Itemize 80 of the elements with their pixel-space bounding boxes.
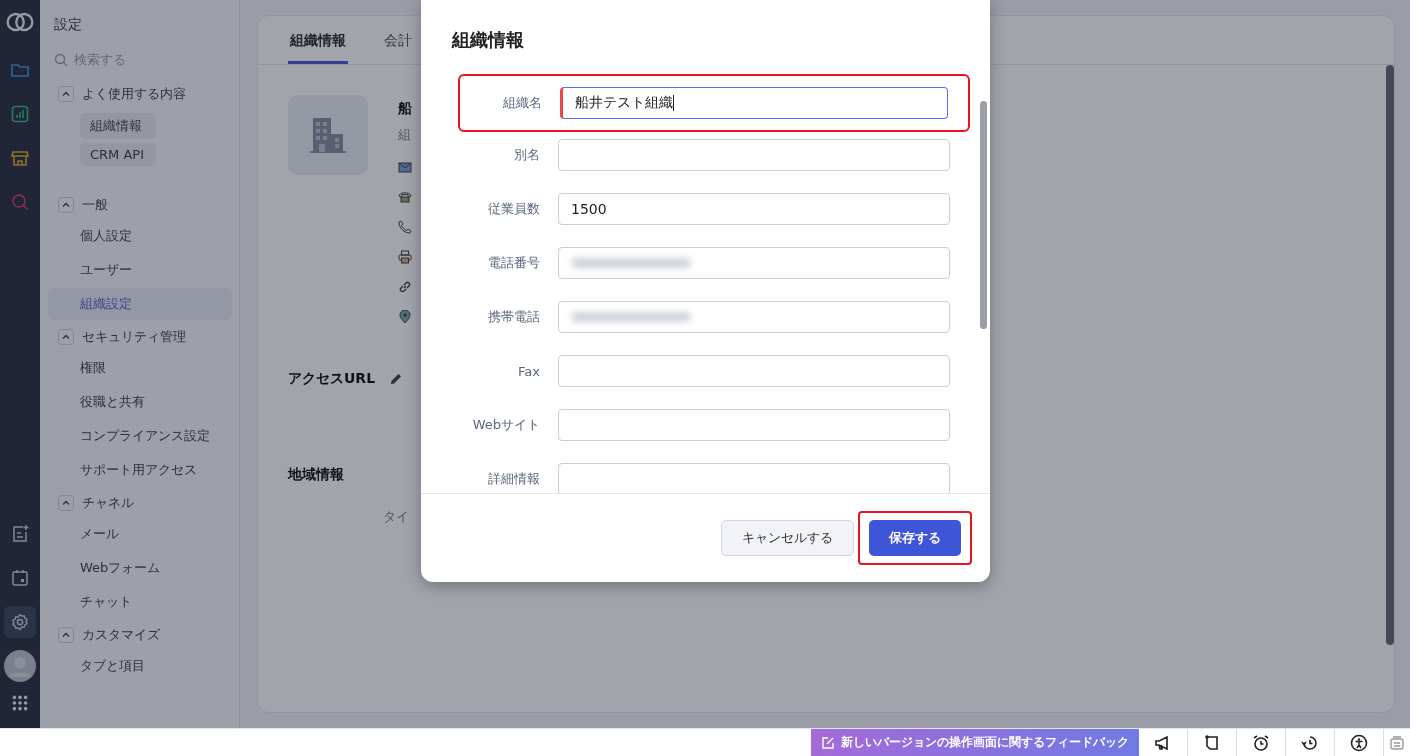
telephone-icon	[398, 190, 412, 204]
stack-icon	[1388, 733, 1406, 752]
shortcut-chip[interactable]: 組織情報	[80, 113, 156, 139]
sidebar-item[interactable]: コンプライアンス設定	[48, 420, 232, 452]
group-label[interactable]: チャネル	[82, 494, 134, 512]
apps-grid-icon[interactable]	[11, 694, 29, 712]
avatar-icon[interactable]	[4, 650, 36, 682]
sidebar-title: 設定	[54, 16, 83, 34]
sidebar-item[interactable]: 個人設定	[48, 220, 232, 252]
phone-icon	[398, 220, 412, 234]
input-field[interactable]: 船井テスト組織	[560, 87, 948, 119]
add-note-icon	[10, 524, 30, 544]
section-heading: アクセスURL	[288, 370, 376, 388]
accessibility-icon	[1350, 733, 1368, 752]
save-button[interactable]: 保存する	[869, 520, 961, 556]
sidebar-item[interactable]: ユーザー	[48, 254, 232, 286]
group-label[interactable]: カスタマイズ	[82, 626, 160, 644]
feedback-button[interactable]: 新しいバージョンの操作画面に関するフィードバック	[811, 729, 1139, 756]
input-field[interactable]	[558, 139, 950, 171]
link-icon	[398, 280, 412, 294]
sidebar-item[interactable]: タブと項目	[48, 650, 232, 682]
input-field[interactable]	[558, 247, 950, 279]
settings-button[interactable]	[4, 606, 36, 638]
scrollbar[interactable]	[1386, 65, 1394, 645]
sidebar-item[interactable]: 組織設定	[48, 288, 232, 320]
group-label[interactable]: セキュリティ管理	[82, 328, 186, 346]
feedback-label: 新しいバージョンの操作画面に関するフィードバック	[841, 734, 1129, 751]
store-icon	[10, 148, 30, 168]
edit-icon	[821, 735, 835, 750]
sidebar-item[interactable]: 権限	[48, 352, 232, 384]
field-label: 詳細情報	[487, 470, 540, 488]
collapse-icon[interactable]	[58, 627, 74, 643]
alarm-clock-icon	[1252, 733, 1270, 752]
scrollbar[interactable]	[980, 101, 987, 329]
calendar-icon	[10, 568, 30, 588]
tab[interactable]: 組織情報	[288, 16, 348, 64]
sidebar-item[interactable]: Webフォーム	[48, 552, 232, 584]
input-field[interactable]	[558, 409, 950, 441]
logo-icon[interactable]	[5, 10, 35, 34]
building-icon	[288, 95, 368, 175]
collapse-icon[interactable]	[58, 329, 74, 345]
printer-icon	[398, 250, 412, 264]
group-label[interactable]: よく使用する内容	[82, 85, 186, 103]
input-field[interactable]	[558, 463, 950, 493]
cancel-button[interactable]: キャンセルする	[721, 520, 854, 556]
sidebar-item[interactable]: チャット	[48, 586, 232, 618]
search-icon	[54, 52, 68, 67]
sidebar-item[interactable]: サポート用アクセス	[48, 454, 232, 486]
field-label: 携帯電話	[487, 308, 540, 326]
organization-subtitle: 組	[398, 126, 412, 144]
collapse-icon[interactable]	[58, 197, 74, 213]
field-label: Webサイト	[471, 416, 540, 434]
field-label: 電話番号	[487, 254, 540, 272]
field-label: 組織名	[502, 94, 542, 112]
group-label[interactable]: 一般	[82, 196, 108, 214]
dialog-title: 組織情報	[450, 28, 525, 52]
input-field[interactable]: 1500	[558, 193, 950, 225]
history-icon	[1301, 733, 1319, 752]
input-field[interactable]	[558, 301, 950, 333]
bar-chart-icon	[10, 104, 30, 124]
note-icon	[1203, 733, 1221, 752]
field-label: タイ	[383, 508, 409, 526]
shortcut-chip[interactable]: CRM API	[80, 143, 156, 166]
search-icon	[10, 192, 30, 212]
collapse-icon[interactable]	[58, 495, 74, 511]
search-field[interactable]: 検索する	[74, 52, 194, 67]
section-heading: 地域情報	[288, 466, 344, 484]
input-field[interactable]	[558, 355, 950, 387]
sidebar-item[interactable]: 役職と共有	[48, 386, 232, 418]
settings-icon	[10, 612, 30, 632]
tab[interactable]: 会計	[382, 16, 414, 64]
organization-name: 船	[398, 100, 412, 118]
edit-icon[interactable]	[389, 372, 404, 386]
field-label: 従業員数	[487, 200, 540, 218]
field-label: Fax	[517, 363, 540, 379]
location-pin-icon	[398, 310, 412, 324]
collapse-icon[interactable]	[58, 86, 74, 102]
sidebar-item[interactable]: メール	[48, 518, 232, 550]
field-label: 別名	[513, 146, 540, 164]
mail-icon	[398, 160, 412, 174]
